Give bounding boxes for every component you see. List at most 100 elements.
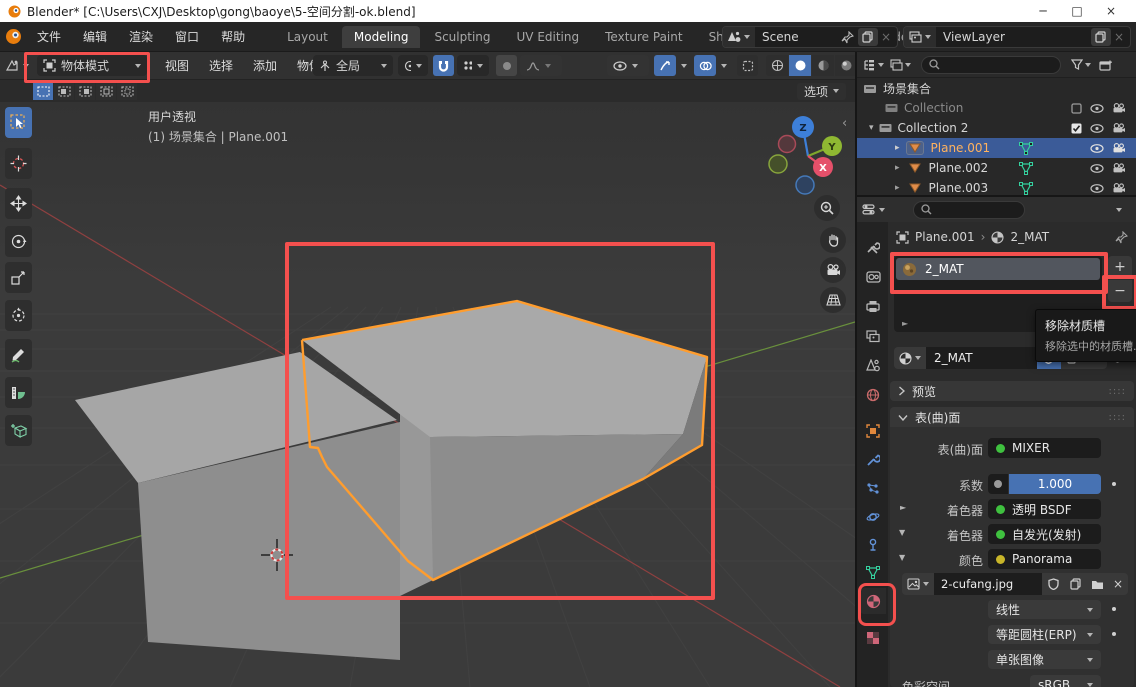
tab-texture-paint[interactable]: Texture Paint: [593, 26, 694, 48]
tab-modeling[interactable]: Modeling: [342, 26, 421, 48]
panel-preview-header[interactable]: 预览 ::::: [890, 381, 1134, 401]
rotate-tool[interactable]: [5, 226, 32, 257]
outliner-row-plane-001[interactable]: ▸ Plane.001: [857, 138, 1136, 158]
colorspace-dropdown[interactable]: sRGB: [1030, 675, 1101, 687]
select-mode-new-button[interactable]: [33, 82, 53, 100]
zoom-button[interactable]: [814, 195, 840, 221]
disable-render-camera-icon[interactable]: [1112, 143, 1126, 153]
proportional-falloff-dropdown[interactable]: [520, 55, 562, 76]
add-slot-button[interactable]: +: [1108, 256, 1132, 278]
gizmos-toggle[interactable]: [654, 55, 676, 76]
camera-view-button[interactable]: [820, 257, 846, 283]
outliner-row-collection[interactable]: Collection: [857, 98, 1136, 118]
tab-layout[interactable]: Layout: [275, 26, 340, 48]
color-button[interactable]: Panorama: [988, 549, 1101, 569]
measure-tool[interactable]: [5, 377, 32, 408]
viewlayer-icon[interactable]: [904, 27, 936, 47]
blender-menu-icon[interactable]: [5, 28, 22, 45]
material-slot-row[interactable]: 2_MAT: [896, 258, 1100, 280]
tab-sculpting[interactable]: Sculpting: [422, 26, 502, 48]
hide-eye-icon[interactable]: [1090, 104, 1104, 113]
factor-socket[interactable]: [988, 474, 1008, 494]
tab-particles-icon[interactable]: [860, 476, 886, 502]
options-dropdown[interactable]: 选项: [797, 83, 846, 100]
minimize-button[interactable]: ─: [1026, 0, 1060, 22]
new-viewlayer-icon[interactable]: [1091, 28, 1111, 46]
unlink-scene-icon[interactable]: ×: [881, 30, 891, 44]
expand-shader-icon[interactable]: ►: [900, 503, 906, 512]
disable-render-camera-icon[interactable]: [1112, 183, 1126, 193]
menu-file[interactable]: 文件: [26, 22, 72, 52]
tab-object-data-icon[interactable]: [860, 559, 886, 585]
panel-surface-header[interactable]: 表(曲)面 ::::: [890, 407, 1134, 427]
browse-image-button[interactable]: [902, 573, 934, 595]
collapse-color-icon[interactable]: ▼: [899, 553, 905, 562]
tab-physics-icon[interactable]: [860, 504, 886, 530]
tab-texture-icon[interactable]: [860, 625, 886, 651]
tab-render-icon[interactable]: [860, 264, 886, 290]
properties-editor-button[interactable]: [862, 203, 885, 216]
browse-material-button[interactable]: [894, 347, 926, 369]
select-mode-intersect-button[interactable]: [117, 82, 137, 100]
drag-handle[interactable]: ::::: [1109, 412, 1126, 423]
viewport-3d[interactable]: 用户透视 (1) 场景集合 | Plane.001: [0, 102, 855, 687]
decorator-dot[interactable]: [1112, 632, 1116, 636]
select-box-tool[interactable]: [5, 107, 32, 138]
breadcrumb-object[interactable]: Plane.001: [915, 230, 975, 244]
include-checkbox[interactable]: [1071, 123, 1082, 134]
pin-icon[interactable]: [841, 31, 854, 44]
hide-eye-icon[interactable]: [1090, 124, 1104, 133]
outliner-search-input[interactable]: [921, 56, 1061, 74]
hide-eye-icon[interactable]: [1090, 164, 1104, 173]
collapse-shader-icon[interactable]: ▼: [899, 528, 905, 537]
outliner-editor-button[interactable]: [863, 59, 884, 71]
menu-select[interactable]: 选择: [199, 57, 243, 74]
unlink-image-button[interactable]: ×: [1108, 573, 1128, 595]
menu-window[interactable]: 窗口: [164, 22, 210, 52]
outliner-row-collection-2[interactable]: ▾ Collection 2: [857, 118, 1136, 138]
disable-render-camera-icon[interactable]: [1112, 123, 1126, 133]
add-cube-tool[interactable]: [5, 415, 32, 446]
snap-settings-dropdown[interactable]: [457, 55, 489, 76]
drag-handle[interactable]: ::::: [1109, 386, 1126, 397]
pivot-point-dropdown[interactable]: [398, 55, 428, 76]
transform-tool[interactable]: [5, 300, 32, 331]
properties-options-chevron[interactable]: [1116, 208, 1122, 212]
expand-icon[interactable]: ▸: [895, 163, 900, 173]
maximize-button[interactable]: □: [1060, 0, 1094, 22]
annotate-tool[interactable]: [5, 339, 32, 370]
disable-render-camera-icon[interactable]: [1112, 163, 1126, 173]
decorator-dot[interactable]: [1112, 482, 1116, 486]
remove-viewlayer-icon[interactable]: ×: [1114, 30, 1124, 44]
menu-edit[interactable]: 编辑: [72, 22, 118, 52]
material-name-field[interactable]: 2_MAT: [926, 347, 1037, 369]
snap-toggle[interactable]: [433, 55, 454, 76]
shading-solid-button[interactable]: [789, 55, 811, 76]
tab-output-icon[interactable]: [860, 293, 886, 319]
scene-name[interactable]: Scene: [755, 30, 841, 44]
hide-eye-icon[interactable]: [1090, 184, 1104, 193]
tab-constraints-icon[interactable]: [860, 532, 886, 558]
show-gizmo-dropdown[interactable]: [607, 55, 649, 76]
mode-dropdown[interactable]: 物体模式: [37, 55, 147, 76]
new-collection-button[interactable]: [1099, 59, 1113, 71]
menu-help[interactable]: 帮助: [210, 22, 256, 52]
shader1-button[interactable]: 透明 BSDF: [988, 499, 1101, 519]
expand-icon[interactable]: ▸: [895, 183, 900, 193]
tab-material-icon[interactable]: [860, 588, 886, 614]
scene-icon[interactable]: [723, 27, 755, 47]
disable-render-camera-icon[interactable]: [1112, 103, 1126, 113]
copy-image-button[interactable]: [1064, 573, 1086, 595]
factor-slider[interactable]: 1.000: [1009, 474, 1101, 494]
disclosure-icon[interactable]: ▾: [869, 123, 874, 133]
tab-modifiers-icon[interactable]: [860, 447, 886, 473]
open-image-button[interactable]: [1086, 573, 1108, 595]
image-fake-user-button[interactable]: [1042, 573, 1064, 595]
scale-tool[interactable]: [5, 262, 32, 293]
menu-add[interactable]: 添加: [243, 57, 287, 74]
shading-wireframe-button[interactable]: [766, 55, 788, 76]
interpolation-dropdown[interactable]: 线性: [988, 600, 1101, 619]
surface-shader-button[interactable]: MIXER: [988, 438, 1101, 458]
hide-eye-icon[interactable]: [1090, 144, 1104, 153]
tab-world-icon[interactable]: [860, 382, 886, 408]
